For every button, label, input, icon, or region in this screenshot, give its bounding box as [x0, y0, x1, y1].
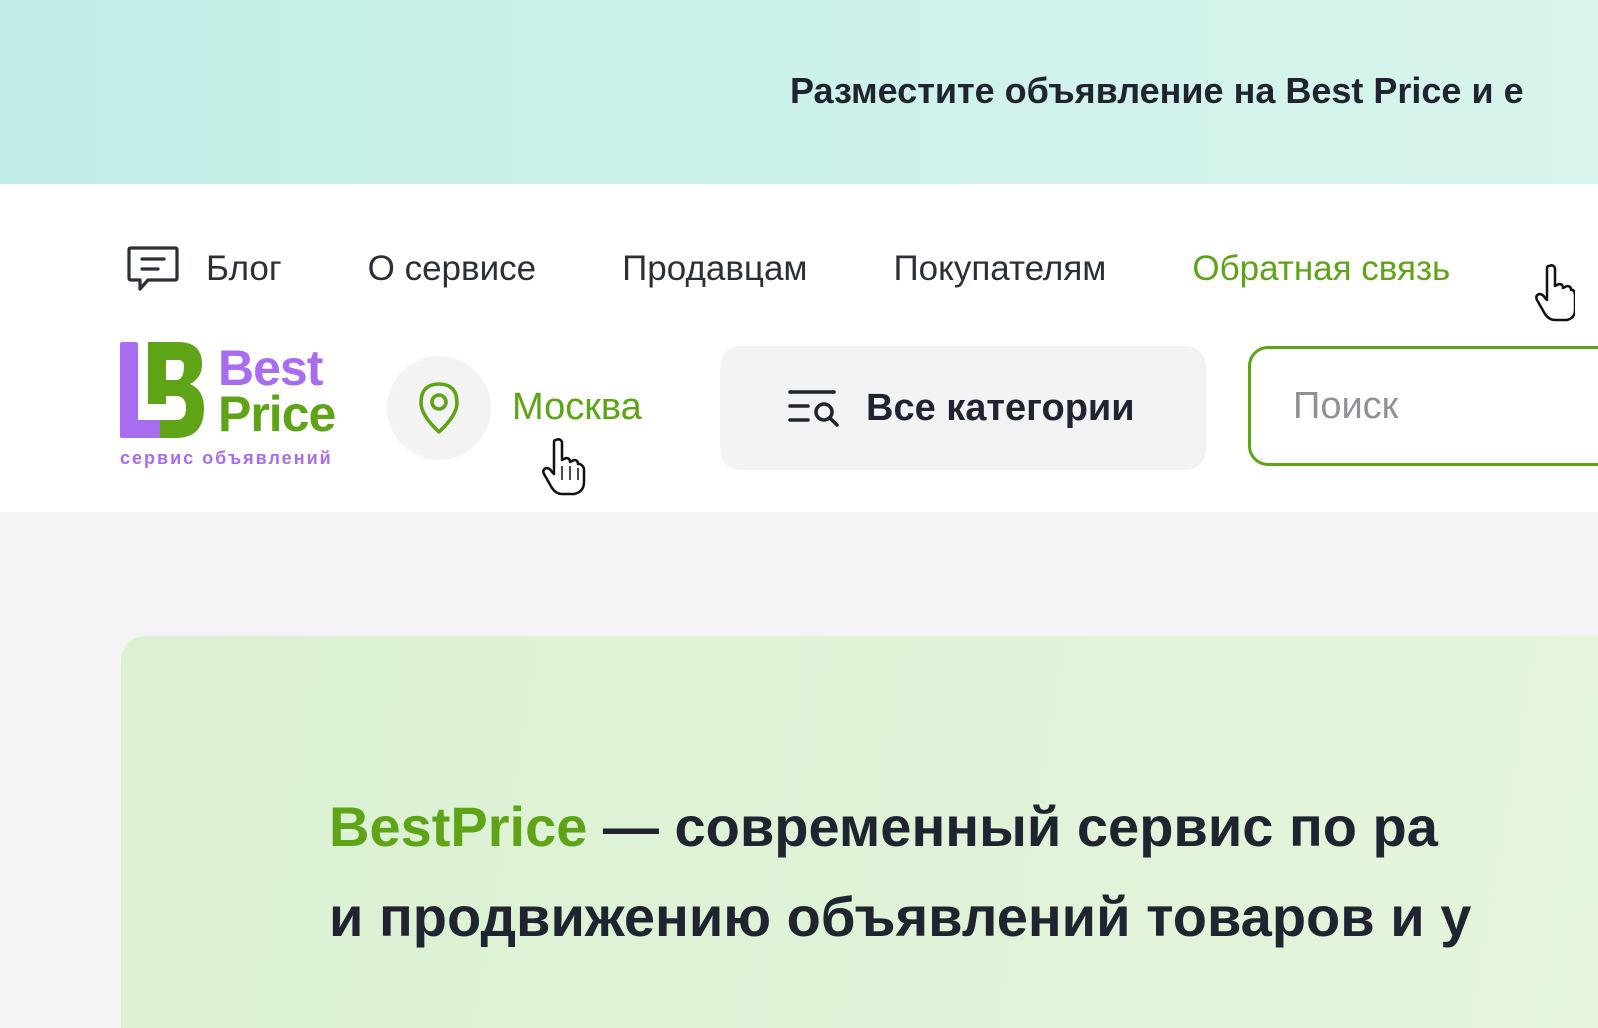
nav-buyers[interactable]: Покупателям: [894, 249, 1107, 289]
promo-banner[interactable]: Разместите объявление на Best Price и е: [0, 0, 1598, 184]
map-pin-icon: [419, 382, 459, 434]
chat-bubble-icon[interactable]: [126, 244, 180, 294]
nav-feedback[interactable]: Обратная связь: [1192, 249, 1450, 289]
search-box[interactable]: [1248, 346, 1598, 466]
hand-cursor-icon: [1535, 262, 1577, 327]
hand-cursor-icon: [540, 436, 586, 501]
site-header: Блог О сервисе Продавцам Покупателям Обр…: [0, 184, 1598, 512]
nav-about[interactable]: О сервисе: [368, 249, 537, 289]
city-selector[interactable]: Москва: [512, 386, 642, 429]
search-input[interactable]: [1291, 383, 1595, 429]
logo-tagline: сервис объявлений: [120, 448, 333, 468]
hero-banner: BestPrice — современный сервис по ра и п…: [121, 636, 1598, 1028]
hero-brand: BestPrice: [329, 795, 588, 858]
nav-sellers[interactable]: Продавцам: [622, 249, 807, 289]
promo-text: Разместите объявление на Best Price и е: [790, 70, 1524, 111]
hero-title-rest: — современный сервис по ра: [587, 795, 1438, 858]
hero-title-line1: BestPrice — современный сервис по ра: [329, 794, 1438, 859]
nav-blog[interactable]: Блог: [206, 249, 282, 289]
all-categories-label: Все категории: [866, 386, 1135, 429]
hero-title-line2: и продвижению объявлений товаров и у: [329, 885, 1472, 948]
page: Разместите объявление на Best Price и е …: [0, 0, 1598, 1028]
top-nav: Блог О сервисе Продавцам Покупателям Обр…: [126, 244, 1536, 294]
logo[interactable]: Best Price сервис объявлений: [120, 342, 365, 470]
all-categories-button[interactable]: Все категории: [720, 346, 1206, 470]
location-button[interactable]: [387, 356, 491, 460]
logo-mark-icon: [120, 342, 204, 438]
logo-word-price: Price: [218, 386, 336, 442]
category-search-icon: [788, 390, 839, 427]
